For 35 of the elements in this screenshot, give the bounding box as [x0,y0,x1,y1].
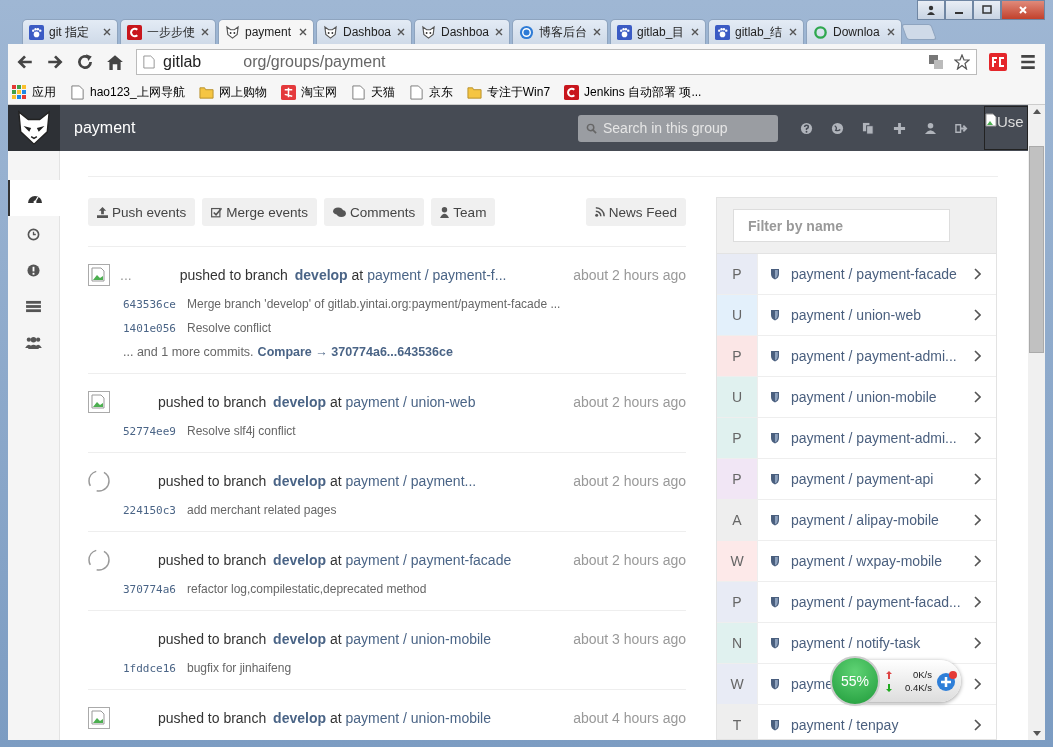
commit-message: add merchant related pages [187,503,337,517]
project-letter: U [717,295,758,335]
project-letter: A [717,500,758,540]
commit-message: Resolve conflict [187,321,272,335]
commit-message: Merge branch 'develop' of gitlab.yintai.org:payment/payment-facade ... [187,297,561,311]
event-title: pushed to branch develop at payment / payment-f... [179,267,507,283]
project-letter: W [717,541,758,581]
event-title: pushed to branch develop at payment / payment-facade [158,552,512,568]
event-time: about 4 hours ago [573,710,686,726]
event-title: pushed to branch develop at payment / union-web [158,394,476,410]
commit-message: bugfix for jinhaifeng [187,661,292,675]
project-letter: P [717,459,758,499]
event-title: pushed to branch develop at payment / union-mobile [158,710,491,726]
project-letter: P [717,418,758,458]
project-letter: T [717,705,758,739]
commit-message: Resolve slf4j conflict [187,424,296,438]
project-letter: U [717,377,758,417]
project-letter: P [717,582,758,622]
project-letter: N [717,623,758,663]
project-letter: W [717,664,758,704]
event-time: about 3 hours ago [573,631,686,647]
more-commits-text: ... and 1 more commits. [123,345,254,359]
commit-message: refactor log,compilestatic,deprecated method [187,582,427,596]
project-letter: P [717,254,758,294]
event-time: about 2 hours ago [573,473,686,489]
event-time: about 2 hours ago [573,552,686,568]
event-time: about 2 hours ago [573,394,686,410]
event-time: about 2 hours ago [573,267,686,283]
event-title: pushed to branch develop at payment / payment... [158,473,477,489]
download-speed: 0.4K/s [905,682,932,693]
group-title: payment [74,119,136,137]
upload-speed: 0K/s [913,669,932,680]
memory-gauge: 55% [830,656,880,706]
project-letter: P [717,336,758,376]
event-title: pushed to branch develop at payment / union-mobile [158,631,491,647]
